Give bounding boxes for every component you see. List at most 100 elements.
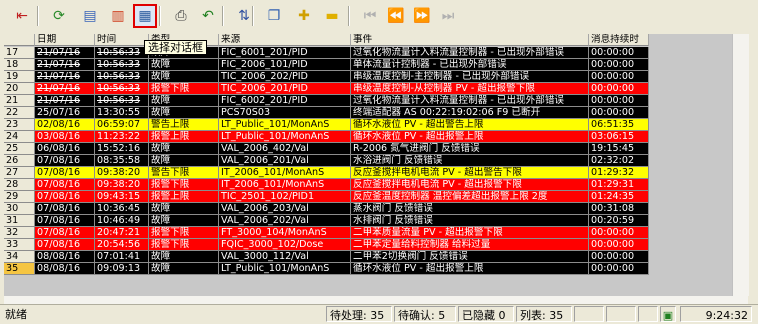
cell-type: 报警下限 [149,83,219,95]
column-header[interactable]: 来源 [219,34,351,46]
table-row[interactable]: 1721/07/1610:56:33故障FIC_6001_201/PID过氧化物… [4,47,732,59]
cell-event: R-2006 氮气进阀门 反馈错误 [351,143,589,155]
undo-icon[interactable]: ↶ [196,4,220,28]
cell-date: 03/08/16 [35,131,95,143]
cell-time: 20:47:21 [95,227,149,239]
row-number: 21 [4,95,35,107]
table-row[interactable]: 31 07/08/16 10:46:49 故障 VAL_2006_202/Val 水排阀门… [4,215,732,227]
table-row[interactable]: 20 21/07/16 10:56:33 报警下限 TIC_2006_201/PID 串级… [4,83,732,95]
add-icon[interactable]: ✚ [292,4,316,28]
cell-time: 20:54:56 [95,239,149,251]
row-number: 20 [4,83,35,95]
row-number: 18 [4,59,35,71]
cell-src: PCS70S03 [219,107,351,119]
vertical-scrollbar[interactable] [732,34,749,296]
cell-type: 报警下限 [149,179,219,191]
cell-event: 二甲苯2切换阀门 反馈错误 [351,251,589,263]
table-row[interactable]: 27 07/08/16 09:38:20 警告下限 IT_2006_101/MonAnS… [4,167,732,179]
status-ready: 就绪 [5,308,27,321]
cell-time: 09:09:13 [95,263,149,275]
table-row[interactable]: 30 07/08/16 10:36:45 故障 VAL_2006_203/Val 蒸水阀门… [4,203,732,215]
toolbar-separator [37,6,39,26]
cell-date: 07/08/16 [35,215,95,227]
cell-dur: 01:29:32 [589,167,649,179]
toolbar-separator [159,6,161,26]
toolbar-separator [222,6,224,26]
table-row[interactable]: 34 08/08/16 07:01:41 故障 VAL_3000_112/Val 二甲苯2… [4,251,732,263]
cell-date: 07/08/16 [35,155,95,167]
cell-src: VAL_2006_203/Val [219,203,351,215]
column-header[interactable]: 日期 [35,34,95,46]
table-row[interactable]: 26 07/08/16 08:35:58 故障 VAL_2006_201/Val 水浴进阀… [4,155,732,167]
cell-src: VAL_2006_402/Val [219,143,351,155]
table-row[interactable]: 28 07/08/16 09:38:20 报警下限 IT_2006_101/MonAnS… [4,179,732,191]
row-number: 29 [4,191,35,203]
row-number: 35 [4,263,35,275]
table-row[interactable]: 22 25/07/16 13:30:55 故障 PCS70S03 终端适配器 AS 00:… [4,107,732,119]
cell-dur: 01:24:35 [589,191,649,203]
refresh-icon[interactable]: ⟳ [47,4,71,28]
cell-time: 15:52:16 [95,143,149,155]
table-row[interactable]: 32 07/08/16 20:47:21 报警下限 FT_3000_104/MonAnS… [4,227,732,239]
table-row[interactable]: 29 07/08/16 09:43:15 报警上限 TIC_2501_102/PID1 反… [4,191,732,203]
cell-dur: 03:06:15 [589,131,649,143]
cell-date: 21/07/16 [35,95,95,107]
table-row[interactable]: 19 21/07/16 10:56:33 故障 TIC_2006_202/PID 串级温度… [4,71,732,83]
column-header[interactable]: 事件 [351,34,589,46]
status-empty-1 [574,306,604,322]
nav-next-icon[interactable]: ⏩ [410,4,434,28]
table-row[interactable]: 35 08/08/16 09:09:13 故障 LT_Public_101/MonAnS… [4,263,732,275]
table-row[interactable]: 25 06/08/16 15:52:16 故障 VAL_2006_402/Val R-20… [4,143,732,155]
network-icon: ▣ [660,306,676,322]
print-icon[interactable]: ⎙ [169,4,193,28]
cell-time: 10:46:49 [95,215,149,227]
table-row[interactable]: 24 03/08/16 11:23:22 报警上限 LT_Public_101/MonA… [4,131,732,143]
row-number: 22 [4,107,35,119]
cell-type: 故障 [149,203,219,215]
cell-dur: 00:00:00 [589,227,649,239]
cell-date: 06/08/16 [35,143,95,155]
cell-dur: 02:32:02 [589,155,649,167]
cell-event: 循环水液位 PV - 超出报警上限 [351,263,589,275]
select-dialog-icon[interactable]: ▦ [133,4,157,28]
cell-time: 06:59:07 [95,119,149,131]
cell-type: 故障 [149,71,219,83]
nav-first-icon[interactable]: ⏮ [358,4,382,28]
cell-type: 报警下限 [149,239,219,251]
first-icon[interactable]: ⇤ [10,4,34,28]
cell-time: 13:30:55 [95,107,149,119]
toolbar-separator [348,6,350,26]
chart-icon[interactable]: ▥ [106,4,130,28]
cell-time: 09:38:20 [95,179,149,191]
remove-icon[interactable]: ▬ [320,4,344,28]
status-empty-2 [606,306,636,322]
cell-type: 故障 [149,95,219,107]
column-header[interactable]: 时间 [95,34,149,46]
cell-event: 二甲苯定量给料控制器 给料过量 [351,239,589,251]
column-header[interactable] [4,34,35,46]
cell-dur: 06:51:35 [589,119,649,131]
row-number: 24 [4,131,35,143]
cell-src: LT_Public_101/MonAnS [219,263,351,275]
cell-event: 循环水液位 PV - 超出报警上限 [351,131,589,143]
cell-dur: 00:00:00 [589,239,649,251]
nav-prev-icon[interactable]: ⏪ [384,4,408,28]
horizontal-scrollbar[interactable] [4,296,748,304]
cell-type: 故障 [149,215,219,227]
table-row[interactable]: 21 21/07/16 10:56:33 故障 FIC_6002_201/PID 过氧化物… [4,95,732,107]
table-row[interactable]: 23 02/08/16 06:59:07 警告上限 LT_Public_101/MonA… [4,119,732,131]
nav-last-icon[interactable]: ⏭ [436,4,460,28]
cell-time: 10:56:33 [95,83,149,95]
table-row[interactable]: 18 21/07/16 10:56:33 故障 FIC_2006_101/PID 单体流量… [4,59,732,71]
status-empty-3 [638,306,658,322]
cell-type: 故障 [149,155,219,167]
row-number: 17 [4,47,35,59]
database-icon[interactable]: ▤ [78,4,102,28]
cell-dur: 00:00:00 [589,59,649,71]
table-row[interactable]: 33 07/08/16 20:54:56 报警下限 FQIC_3000_102/Dose… [4,239,732,251]
column-header[interactable]: 消息持续时 [589,34,649,46]
row-number: 27 [4,167,35,179]
cell-src: LT_Public_101/MonAnS [219,119,351,131]
copy-icon[interactable]: ❐ [262,4,286,28]
row-number: 32 [4,227,35,239]
